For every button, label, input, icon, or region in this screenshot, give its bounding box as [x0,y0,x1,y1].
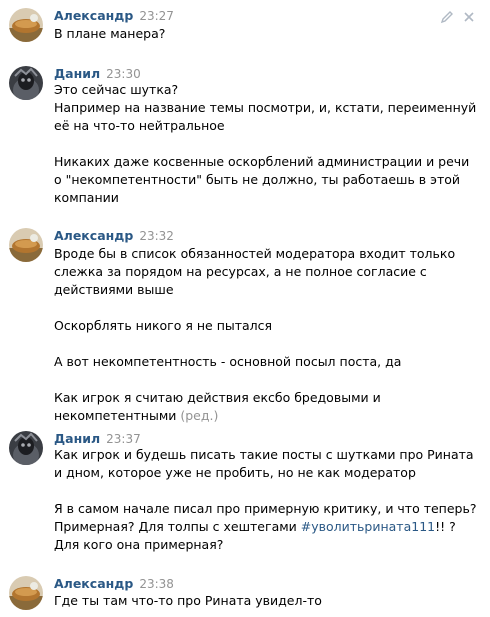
message-body: Где ты там что-то про Рината увидел-то [54,592,482,610]
message-body: В плане манера? [54,25,482,43]
message-line: Например на название темы посмотри, и, к… [54,100,477,115]
message-body: Вроде бы в список обязанностей модератор… [54,245,482,425]
message-header: Данил 23:37 [54,431,141,447]
message-line: Для кого она примерная? [54,537,224,552]
message-header: Александр 23:32 [54,228,174,244]
message-line: Где ты там что-то про Рината увидел-то [54,593,322,608]
avatar-alexander-icon [9,576,43,610]
pencil-icon[interactable] [440,10,454,24]
avatar-alexander-icon [9,8,43,42]
close-icon[interactable] [462,10,476,24]
message-line: Как игрок и будешь писать такие посты с … [54,447,474,462]
author-name[interactable]: Данил [54,431,100,446]
avatar[interactable] [9,66,43,100]
message-line: и дном, которое уже не пробить, но не ка… [54,465,416,480]
avatar-danil-icon [9,66,43,100]
message-line-text: !! ? [435,519,456,534]
message-line: компании [54,190,119,205]
timestamp[interactable]: 23:32 [139,229,174,243]
author-name[interactable]: Александр [54,576,133,591]
message-line-text: некомпетентными [54,408,177,423]
message-line: В плане манера? [54,26,166,41]
message-line: Оскорблять никого я не пытался [54,318,273,333]
message-body: Это сейчас шутка? Например на название т… [54,81,482,207]
message-header: Александр 23:38 [54,576,174,592]
author-name[interactable]: Данил [54,66,100,81]
message-line: о "некомпетентности" быть не должно, ты … [54,172,461,187]
message-line: слежка за порядом на ресурсах, а не полн… [54,264,427,279]
avatar-danil-icon [9,431,43,465]
author-name[interactable]: Александр [54,228,133,243]
message-line: А вот некомпетентность - основной посыл … [54,354,402,369]
message-header: Александр 23:27 [54,8,174,24]
message-line: Примерная? Для толпы с хештегами #уволит… [54,518,482,536]
timestamp[interactable]: 23:30 [106,67,141,81]
edited-label[interactable]: (ред.) [180,408,218,423]
message-actions [440,10,476,24]
timestamp[interactable]: 23:38 [139,577,174,591]
message-line: Вроде бы в список обязанностей модератор… [54,246,456,261]
message-line: Как игрок я считаю действия ексбо бредов… [54,390,381,405]
message-line: Я в самом начале писал про примерную кри… [54,501,477,516]
hashtag-link[interactable]: #уволитьрината111 [301,519,435,534]
message-line: Никаких даже косвенные оскорблений админ… [54,154,470,169]
message-line: её на что-то нейтральное [54,118,225,133]
message-line: некомпетентными (ред.) [54,407,482,425]
timestamp[interactable]: 23:27 [139,9,174,23]
message-line-text: Примерная? Для толпы с хештегами [54,519,297,534]
author-name[interactable]: Александр [54,8,133,23]
avatar[interactable] [9,228,43,262]
avatar[interactable] [9,8,43,42]
avatar[interactable] [9,431,43,465]
message-line: Это сейчас шутка? [54,82,179,97]
message-line: действиями выше [54,282,174,297]
message-header: Данил 23:30 [54,66,141,82]
message-body: Как игрок и будешь писать такие посты с … [54,446,482,554]
avatar-alexander-icon [9,228,43,262]
avatar[interactable] [9,576,43,610]
timestamp[interactable]: 23:37 [106,432,141,446]
